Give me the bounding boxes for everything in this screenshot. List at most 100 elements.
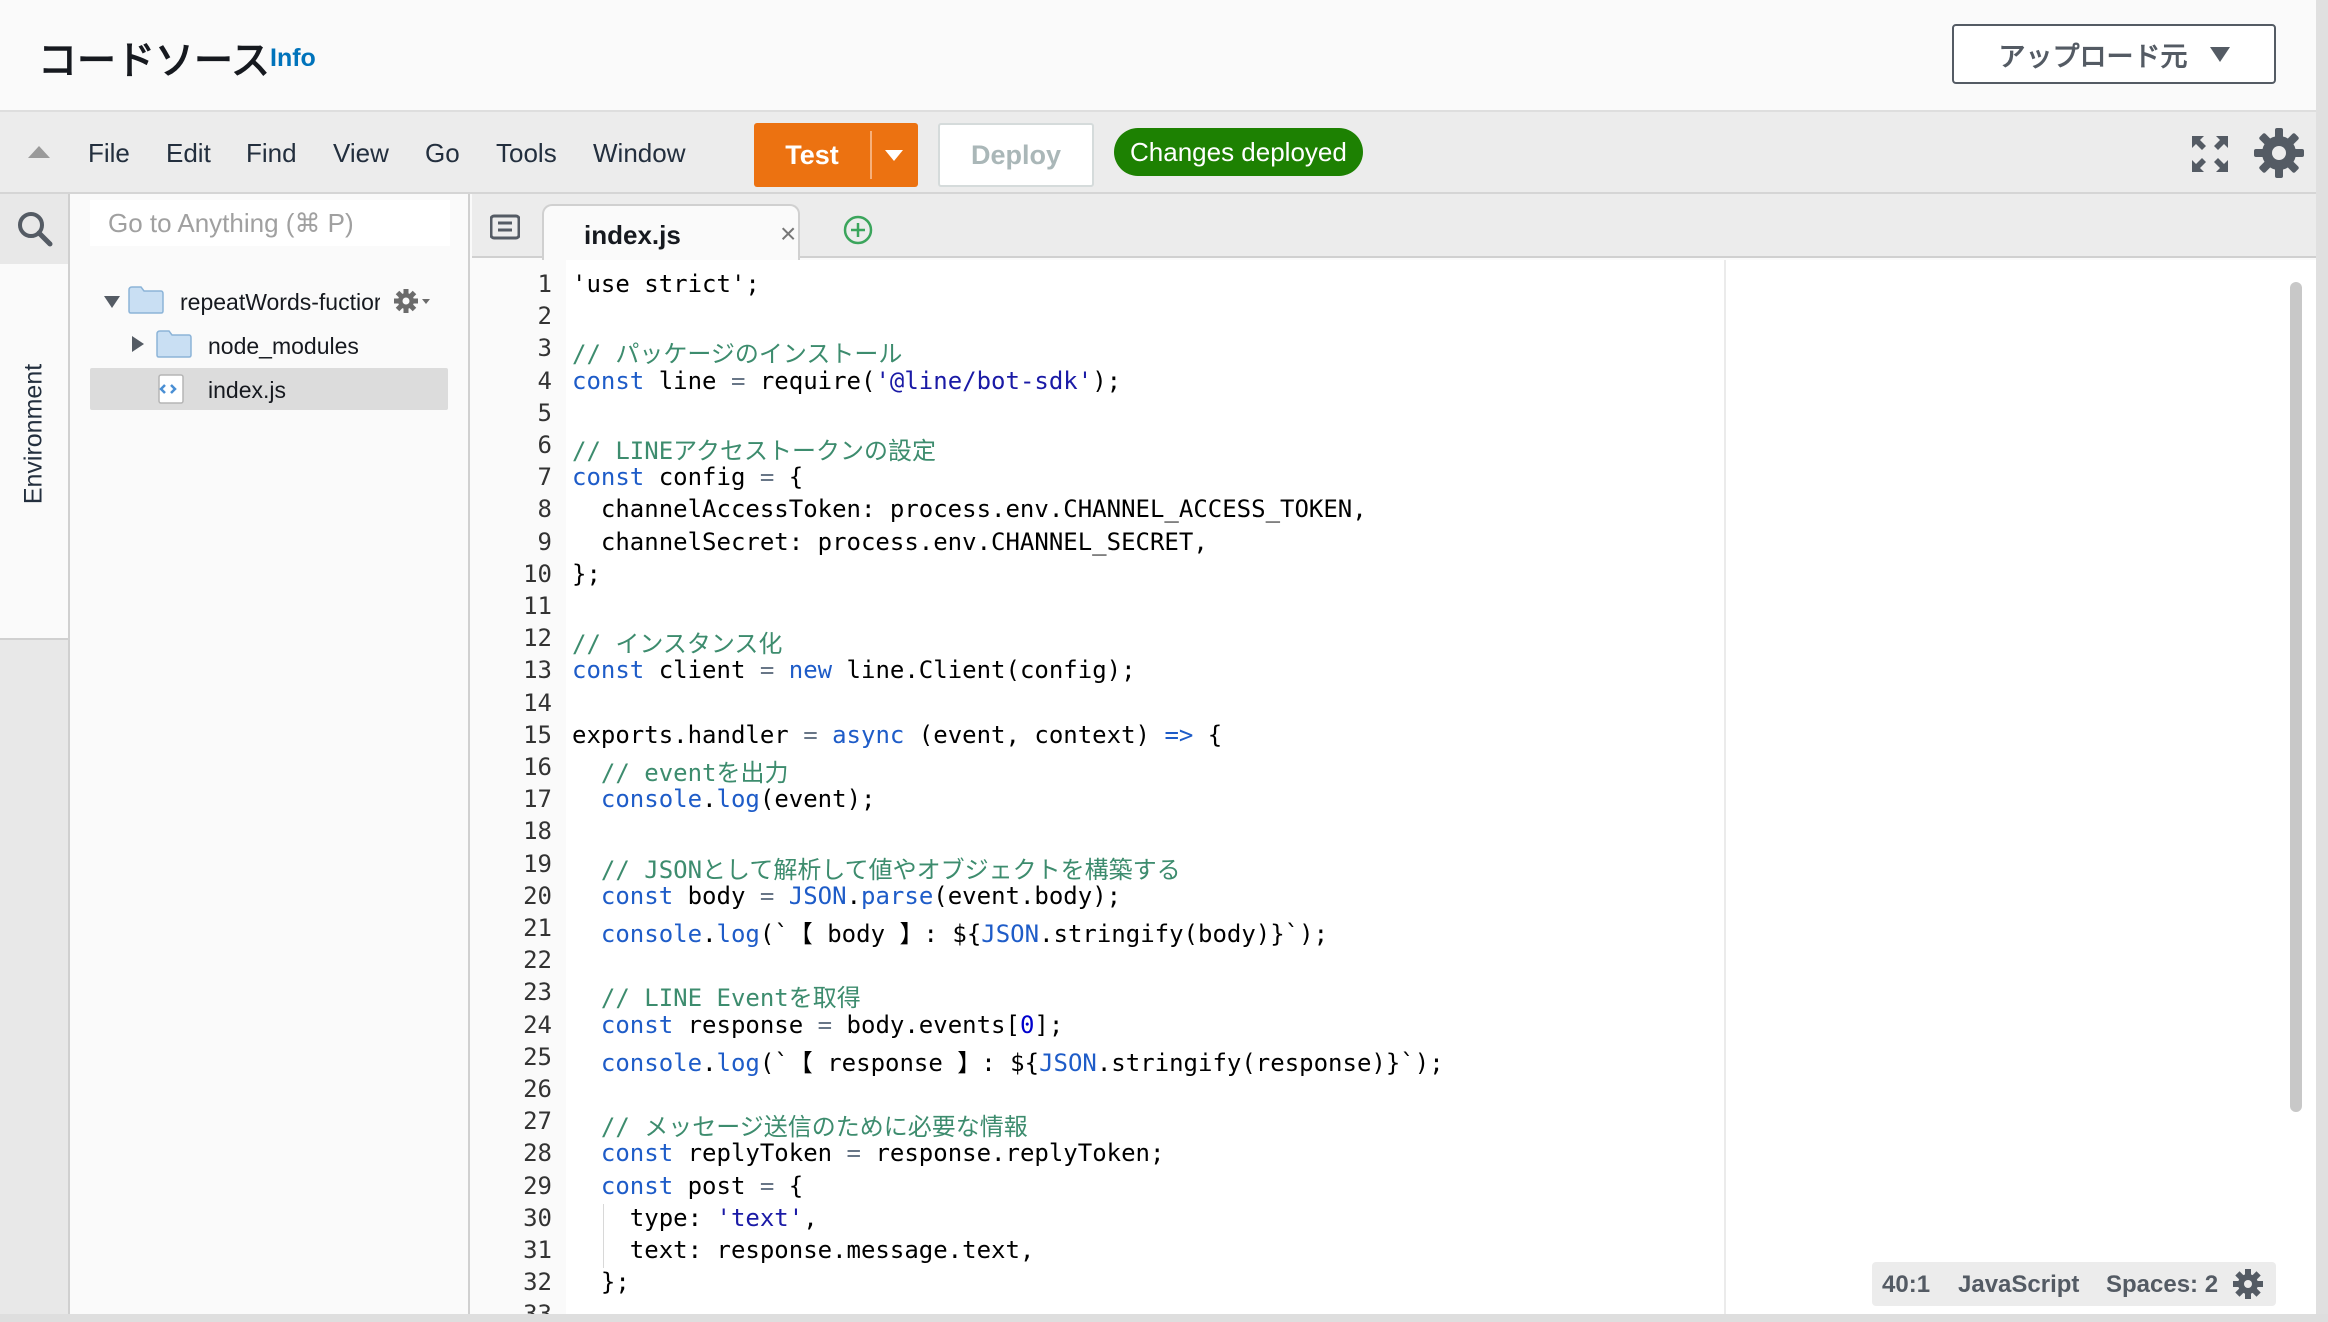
code-editor[interactable]: 1 2 3 4 5 6 7 8 9 10 11 12 13 14 15 16 17 18 19 20 21 22 23 24 2… (472, 260, 2316, 1314)
fullscreen-icon[interactable] (2190, 134, 2230, 174)
tree-item-node-modules[interactable]: node_modules (90, 324, 448, 366)
tree-item-label: node_modules (208, 333, 359, 359)
code-line[interactable]: channelSecret: process.env.CHANNEL_SECRE… (572, 528, 1208, 560)
code-line[interactable]: text: response.message.text, (572, 1236, 1035, 1268)
code-line[interactable]: }; (572, 560, 601, 592)
panel-list-icon[interactable] (490, 214, 520, 240)
language-mode[interactable]: JavaScript (1958, 1271, 2079, 1299)
code-line[interactable]: console.log(`【 response 】: ${JSON.string… (572, 1043, 1444, 1077)
indent-guide (603, 1203, 604, 1269)
settings-gear-icon[interactable] (2252, 126, 2306, 180)
left-rail: Environment (0, 194, 70, 1314)
code-line[interactable]: const post = { (572, 1172, 803, 1204)
code-line[interactable]: type: 'text', (572, 1204, 818, 1236)
line-number: 14 (523, 688, 552, 717)
code-line[interactable]: const response = body.events[0]; (572, 1011, 1063, 1043)
line-number: 2 (537, 302, 552, 331)
code-line[interactable]: console.log(event); (572, 785, 876, 817)
line-number: 33 (472, 1300, 552, 1314)
line-number: 10 (523, 559, 552, 588)
line-number-gutter: 1 2 3 4 5 6 7 8 9 10 11 12 13 14 15 16 17 18 19 20 21 22 23 24 2… (472, 260, 566, 1314)
test-button-label: Test (785, 139, 839, 170)
code-line[interactable]: // eventを出力 (572, 753, 789, 787)
line-number: 31 (523, 1236, 552, 1264)
folder-icon (128, 286, 164, 314)
collapsed-caret-icon[interactable] (132, 336, 144, 352)
add-tab-icon[interactable] (842, 214, 874, 246)
line-number: 30 (523, 1203, 552, 1232)
ide-menubar: File Edit Find View Go Tools Window Test… (0, 112, 2316, 194)
menu-find[interactable]: Find (246, 138, 297, 169)
bottom-border (0, 1314, 2328, 1322)
code-line[interactable]: exports.handler = async (event, context)… (572, 721, 1222, 753)
go-to-anything-input[interactable] (90, 200, 450, 246)
menu-go[interactable]: Go (425, 138, 460, 169)
line-number: 23 (523, 978, 552, 1007)
close-tab-icon[interactable]: × (780, 218, 796, 250)
line-number: 13 (523, 656, 552, 685)
menu-view[interactable]: View (333, 138, 389, 169)
deploy-button[interactable]: Deploy (938, 123, 1094, 187)
code-line[interactable]: // LINEアクセストークンの設定 (572, 431, 936, 465)
code-line[interactable]: 'use strict'; (572, 270, 760, 302)
vertical-scrollbar[interactable] (2290, 282, 2302, 1112)
upload-from-button[interactable]: アップロード元 (1952, 24, 2276, 84)
test-dropdown-icon[interactable] (885, 150, 903, 161)
line-number: 24 (523, 1010, 552, 1039)
indent-setting[interactable]: Spaces: 2 (2106, 1271, 2218, 1299)
test-button-divider (870, 131, 872, 179)
folder-icon (156, 330, 192, 358)
menu-file[interactable]: File (88, 138, 130, 169)
code-line[interactable]: const body = JSON.parse(event.body); (572, 882, 1121, 914)
editor-tab-bar: index.js (472, 194, 2316, 260)
code-line[interactable]: // JSONとして解析して値やオブジェクトを構築する (572, 850, 1181, 884)
line-number: 22 (523, 946, 552, 975)
page-header: コードソース Info アップロード元 (0, 0, 2328, 112)
line-number: 1 (537, 270, 552, 298)
code-line[interactable]: channelAccessToken: process.env.CHANNEL_… (572, 495, 1367, 527)
menu-edit[interactable]: Edit (166, 138, 211, 169)
line-number: 29 (523, 1171, 552, 1200)
menu-window[interactable]: Window (593, 138, 685, 169)
line-number: 4 (537, 366, 552, 395)
line-number: 28 (523, 1139, 552, 1168)
code-line[interactable]: console.log(`【 body 】: ${JSON.stringify(… (572, 914, 1328, 948)
code-line[interactable]: const line = require('@line/bot-sdk'); (572, 367, 1121, 399)
upload-from-label: アップロード元 (1998, 41, 2188, 72)
environment-tab[interactable]: Environment (0, 264, 68, 640)
tree-item-index-js[interactable]: index.js (90, 368, 448, 410)
line-number: 32 (523, 1268, 552, 1297)
folder-settings-gear-icon[interactable] (392, 286, 432, 316)
tree-item-label: index.js (208, 377, 286, 403)
code-line[interactable]: const config = { (572, 463, 803, 495)
line-number: 8 (537, 495, 552, 524)
expanded-caret-icon[interactable] (104, 296, 120, 308)
collapse-up-icon[interactable] (28, 146, 50, 158)
search-icon[interactable] (16, 210, 54, 248)
environment-tab-label: Environment (19, 363, 48, 505)
code-line[interactable]: // メッセージ送信のために必要な情報 (572, 1107, 1028, 1141)
code-line[interactable]: const client = new line.Client(config); (572, 656, 1136, 688)
code-line[interactable]: // インスタンス化 (572, 624, 782, 658)
test-button[interactable]: Test (754, 123, 918, 187)
line-number: 7 (537, 463, 552, 492)
code-line[interactable]: // LINE Eventを取得 (572, 978, 861, 1012)
page-title: コードソース (38, 40, 271, 83)
js-file-icon (158, 374, 184, 404)
file-tree-panel: repeatWords-fuctior node_modules ind (70, 194, 470, 1314)
menu-tools[interactable]: Tools (496, 138, 557, 169)
tree-item-label: repeatWords-fuctior (180, 289, 380, 315)
code-line[interactable]: const replyToken = response.replyToken; (572, 1139, 1165, 1171)
line-number: 3 (537, 334, 552, 363)
print-margin-line (1724, 260, 1726, 1314)
line-number: 25 (523, 1042, 552, 1071)
line-number: 26 (523, 1075, 552, 1103)
line-number: 21 (523, 914, 552, 942)
code-line[interactable]: // パッケージのインストール (572, 334, 902, 368)
code-line[interactable]: }; (572, 1268, 630, 1300)
caret-down-icon (2209, 46, 2230, 62)
tab-index-js[interactable]: index.js (542, 204, 800, 260)
editor-settings-gear-icon[interactable] (2232, 1268, 2264, 1300)
info-link[interactable]: Info (270, 44, 316, 73)
cursor-position[interactable]: 40:1 (1882, 1271, 1930, 1299)
